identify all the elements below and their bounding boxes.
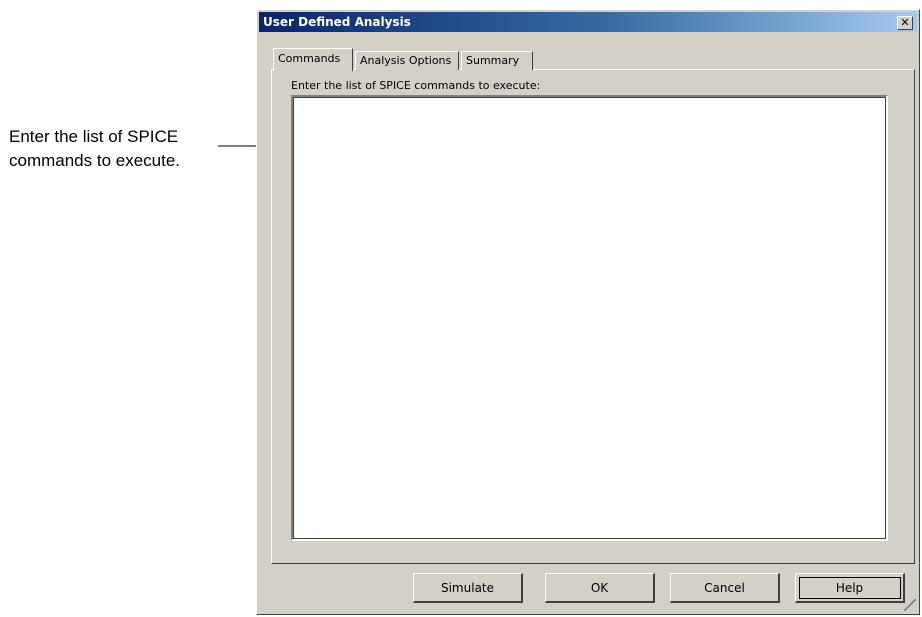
tab-analysis-options[interactable]: Analysis Options	[355, 51, 459, 70]
ok-button[interactable]: OK	[545, 573, 655, 603]
tab-commands[interactable]: Commands	[273, 48, 353, 71]
callout-line-2: commands to execute.	[9, 151, 181, 170]
close-icon: ✕	[900, 16, 910, 29]
dialog-title: User Defined Analysis	[263, 15, 411, 29]
spice-commands-textarea[interactable]	[291, 95, 888, 541]
callout-line-1: Enter the list of SPICE	[9, 127, 179, 146]
help-button[interactable]: Help	[795, 573, 905, 603]
title-bar[interactable]: User Defined Analysis ✕	[259, 12, 917, 32]
simulate-button[interactable]: Simulate	[413, 573, 523, 603]
close-button[interactable]: ✕	[897, 16, 913, 30]
resize-grip-icon[interactable]	[904, 599, 916, 611]
callout-annotation: Enter the list of SPICE commands to exec…	[9, 125, 180, 173]
user-defined-analysis-dialog: User Defined Analysis ✕ Commands Analysi…	[256, 9, 920, 615]
commands-prompt-label: Enter the list of SPICE commands to exec…	[291, 79, 541, 92]
cancel-button[interactable]: Cancel	[670, 573, 780, 603]
tab-summary[interactable]: Summary	[461, 51, 533, 70]
